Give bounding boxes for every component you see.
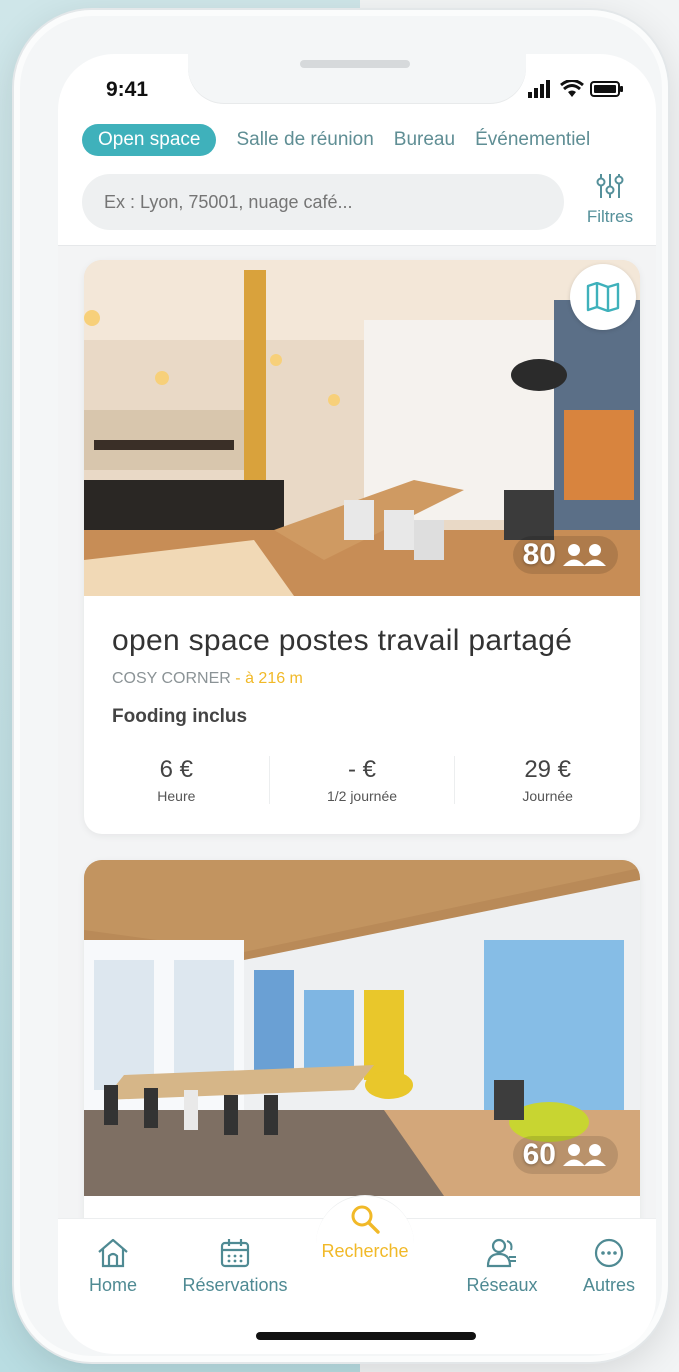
nav-autres-label: Autres xyxy=(582,1275,636,1295)
listing-card[interactable]: 80 open space postes travail partagé COS… xyxy=(84,260,640,834)
calendar-icon xyxy=(220,1239,250,1268)
nav-recherche[interactable]: Recherche xyxy=(316,1203,414,1262)
people-icon xyxy=(486,1238,516,1268)
listing-feature: Fooding inclus xyxy=(112,706,248,727)
nav-home[interactable]: Home xyxy=(74,1237,152,1296)
tab-salle-de-reunion[interactable]: Salle de réunion xyxy=(236,129,373,151)
notch xyxy=(188,54,526,104)
listing-card[interactable]: 60 xyxy=(84,860,640,1240)
tab-open-space[interactable]: Open space xyxy=(82,124,217,156)
sliders-icon xyxy=(596,174,624,198)
capacity-value: 60 xyxy=(522,1138,556,1171)
category-tabs: Open space Salle de réunion Bureau Événe… xyxy=(82,124,590,156)
nav-home-label: Home xyxy=(88,1275,137,1295)
map-icon xyxy=(586,282,620,312)
price-value: 29 € xyxy=(524,756,572,783)
price-unit: Journée xyxy=(522,788,573,804)
tab-bureau[interactable]: Bureau xyxy=(394,129,455,151)
nav-autres[interactable]: Autres xyxy=(572,1237,646,1296)
price-unit: Heure xyxy=(157,788,196,804)
home-indicator xyxy=(256,1332,476,1340)
header: 9:41 Open space Salle de réunion Bureau … xyxy=(58,54,656,246)
people-icon xyxy=(563,1144,606,1166)
people-icon xyxy=(563,544,606,566)
more-icon xyxy=(594,1238,624,1268)
price-row: 6 € Heure - € 1/2 journée 29 € Journée xyxy=(84,756,640,804)
listing-venue-line: COSY CORNER - à 216 m xyxy=(112,670,303,688)
phone-frame: 9:41 Open space Salle de réunion Bureau … xyxy=(14,10,668,1362)
price-day: 29 € Journée xyxy=(454,756,640,804)
listing-photo: 80 xyxy=(84,260,640,596)
venue-name: COSY CORNER xyxy=(112,670,231,687)
price-hour: 6 € Heure xyxy=(84,756,269,804)
filters-label: Filtres xyxy=(586,207,634,226)
search-icon xyxy=(351,1205,380,1234)
listing-photo: 60 xyxy=(84,860,640,1196)
nav-recherche-label: Recherche xyxy=(321,1241,409,1261)
search-input[interactable] xyxy=(82,174,564,230)
nav-reseaux[interactable]: Réseaux xyxy=(454,1237,550,1296)
wifi-icon xyxy=(560,80,584,97)
map-view-button[interactable] xyxy=(570,264,636,330)
capacity-badge: 80 xyxy=(512,536,618,574)
capacity-badge: 60 xyxy=(512,1136,618,1174)
capacity-value: 80 xyxy=(522,538,556,571)
app-screen: 9:41 Open space Salle de réunion Bureau … xyxy=(58,54,656,1354)
price-value: - € xyxy=(348,756,377,783)
price-unit: 1/2 journée xyxy=(326,788,398,804)
battery-icon xyxy=(590,81,623,97)
listing-title: open space postes travail partagé xyxy=(112,624,573,657)
signal-icon xyxy=(528,80,550,98)
price-half-day: - € 1/2 journée xyxy=(268,756,455,804)
speaker xyxy=(300,60,410,68)
price-value: 6 € xyxy=(159,756,194,783)
filters-button[interactable]: Filtres xyxy=(578,172,642,227)
nav-reservations-label: Réservations xyxy=(182,1275,288,1295)
home-icon xyxy=(98,1238,128,1268)
status-time: 9:41 xyxy=(106,78,149,101)
status-icons xyxy=(528,80,624,98)
nav-reservations[interactable]: Réservations xyxy=(170,1237,300,1296)
venue-distance: - à 216 m xyxy=(235,670,303,687)
tab-evenementiel[interactable]: Événementiel xyxy=(475,129,590,151)
nav-reseaux-label: Réseaux xyxy=(466,1275,538,1295)
